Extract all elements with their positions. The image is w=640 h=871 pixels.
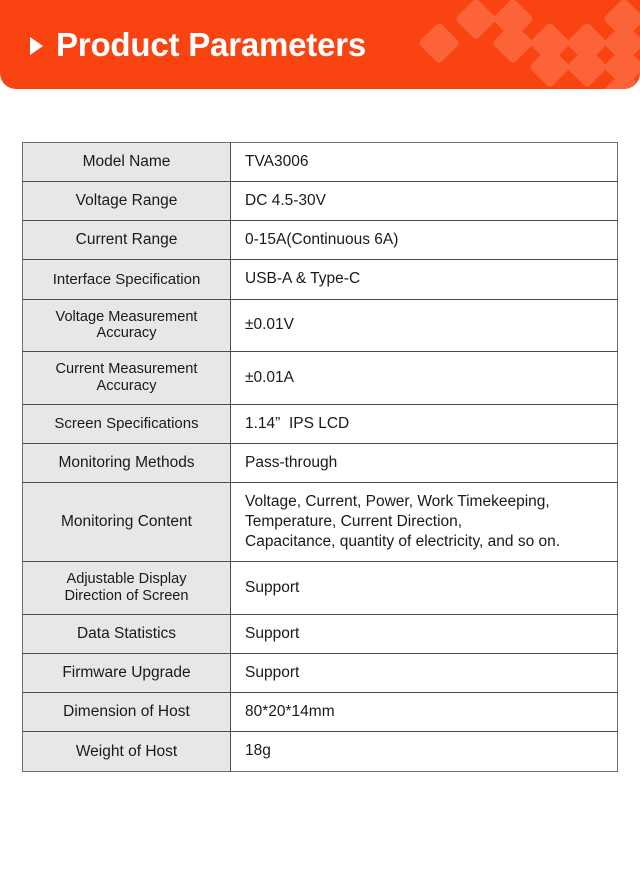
parameter-value-cell: Support	[230, 561, 618, 615]
diamond-decoration-pattern	[410, 0, 640, 89]
parameter-value-text: 1.14” IPS LCD	[245, 414, 350, 432]
parameter-label-cell: Firmware Upgrade	[22, 653, 231, 693]
parameter-label-text: Monitoring Content	[61, 513, 192, 531]
parameter-label-cell: Current Range	[22, 220, 231, 260]
parameter-value-text: Support	[245, 624, 300, 642]
parameter-value-cell: Support	[230, 653, 618, 693]
play-triangle-icon	[30, 36, 43, 55]
parameter-value-text: 18g	[245, 742, 271, 760]
diamond-shape	[602, 0, 640, 41]
parameter-label-text: Accuracy	[96, 377, 157, 394]
page-header-banner: Product Parameters	[0, 0, 640, 89]
parameter-value-cell: 18g	[230, 731, 618, 772]
page-title: Product Parameters	[56, 26, 367, 63]
parameter-value-text: USB-A & Type-C	[245, 270, 361, 288]
parameter-label-text: Current Range	[75, 231, 178, 249]
table-row: Voltage Measurement Accuracy ±0.01V	[22, 299, 618, 352]
parameter-label-text: Voltage Range	[75, 192, 178, 210]
table-row: Screen Specifications 1.14” IPS LCD	[22, 404, 618, 444]
parameter-label-text: Voltage Measurement	[55, 308, 198, 325]
parameter-label-cell: Adjustable Display Direction of Screen	[22, 561, 231, 615]
diamond-shape	[491, 0, 535, 41]
parameter-value-text: TVA3006	[245, 153, 309, 170]
diamond-shape	[602, 21, 640, 65]
parameter-label-text: Monitoring Methods	[58, 453, 195, 471]
parameter-value-text: 80*20*14mm	[245, 703, 335, 721]
parameter-value-text: 0-15A(Continuous 6A)	[245, 231, 399, 249]
parameter-value-cell: ±0.01V	[230, 299, 618, 352]
parameter-label-text: Direction of Screen	[64, 588, 189, 605]
parameter-value-cell: Support	[230, 614, 618, 654]
table-row: Data Statistics Support	[22, 614, 618, 654]
parameter-value-cell: 1.14” IPS LCD	[230, 404, 618, 444]
diamond-shape	[528, 21, 572, 65]
parameter-label-cell: Current Measurement Accuracy	[22, 351, 231, 405]
table-row: Dimension of Host 80*20*14mm	[22, 692, 618, 732]
parameter-value-cell: 80*20*14mm	[230, 692, 618, 732]
diamond-shape	[528, 45, 572, 89]
parameter-label-cell: Voltage Measurement Accuracy	[22, 299, 231, 352]
table-row: Firmware Upgrade Support	[22, 653, 618, 693]
table-row: Model Name TVA3006	[22, 142, 618, 182]
parameter-label-cell: Interface Specification	[22, 259, 231, 300]
table-row: Current Measurement Accuracy ±0.01A	[22, 351, 618, 405]
diamond-shape	[565, 45, 609, 89]
table-row: Adjustable Display Direction of Screen Sup…	[22, 561, 618, 615]
parameter-value-cell: ±0.01A	[230, 351, 618, 405]
diamond-shape	[491, 21, 535, 65]
parameter-label-text: Weight of Host	[75, 742, 178, 760]
parameter-label-text: Dimension of Host	[63, 703, 190, 721]
parameter-value-text: ±0.01A	[245, 368, 295, 386]
table-row: Current Range 0-15A(Continuous 6A)	[22, 220, 618, 260]
parameter-label-text: Adjustable Display	[66, 571, 187, 588]
parameter-value-text: Voltage, Current, Power, Work Timekeepin…	[245, 492, 550, 510]
parameter-value-text: DC 4.5-30V	[245, 192, 326, 210]
parameter-value-text: Capacitance, quantity of electricity, an…	[245, 533, 561, 551]
parameter-label-text: Accuracy	[96, 325, 157, 342]
parameter-label-text: Interface Specification	[52, 270, 201, 288]
parameter-label-cell: Weight of Host	[22, 731, 231, 772]
parameter-value-text: Support	[245, 579, 300, 597]
product-parameters-table: Model Name TVA3006 Voltage Range DC 4.5-30V…	[22, 142, 618, 772]
parameter-value-cell: Voltage, Current, Power, Work Timekeepin…	[230, 482, 618, 562]
parameter-value-cell: Pass-through	[230, 443, 618, 483]
diamond-shape	[602, 45, 640, 89]
parameter-label-cell: Voltage Range	[22, 181, 231, 221]
diamond-shape	[454, 0, 498, 41]
parameter-value-cell: TVA3006	[230, 142, 618, 182]
header-title-row: Product Parameters	[30, 0, 366, 89]
parameter-value-text: Support	[245, 664, 300, 682]
parameter-label-text: Current Measurement	[55, 361, 198, 378]
parameter-value-cell: USB-A & Type-C	[230, 259, 618, 300]
parameter-label-text: Firmware Upgrade	[62, 664, 191, 682]
diamond-shape	[565, 21, 609, 65]
diamond-shape	[602, 69, 640, 89]
parameter-label-cell: Model Name	[22, 142, 231, 182]
diamond-shape	[417, 21, 461, 65]
table-row: Monitoring Methods Pass-through	[22, 443, 618, 483]
parameter-value-cell: 0-15A(Continuous 6A)	[230, 220, 618, 260]
parameter-value-text: ±0.01V	[245, 316, 295, 334]
parameter-value-text: Pass-through	[245, 453, 338, 471]
parameter-label-text: Screen Specifications	[54, 415, 199, 433]
parameter-value-cell: DC 4.5-30V	[230, 181, 618, 221]
spec-table-body: Model Name TVA3006 Voltage Range DC 4.5-30V…	[22, 142, 618, 772]
parameter-label-cell: Screen Specifications	[22, 404, 231, 444]
parameter-label-cell: Monitoring Methods	[22, 443, 231, 483]
parameter-label-cell: Dimension of Host	[22, 692, 231, 732]
parameter-value-text: Temperature, Current Direction,	[245, 513, 463, 531]
parameter-label-cell: Monitoring Content	[22, 482, 231, 562]
table-row: Interface Specification USB-A & Type-C	[22, 259, 618, 300]
table-row: Voltage Range DC 4.5-30V	[22, 181, 618, 221]
table-row: Weight of Host 18g	[22, 731, 618, 772]
parameter-label-text: Model Name	[82, 153, 171, 171]
parameter-label-text: Data Statistics	[76, 625, 177, 643]
parameter-label-cell: Data Statistics	[22, 614, 231, 654]
table-row: Monitoring Content Voltage, Current, Powe…	[22, 482, 618, 562]
